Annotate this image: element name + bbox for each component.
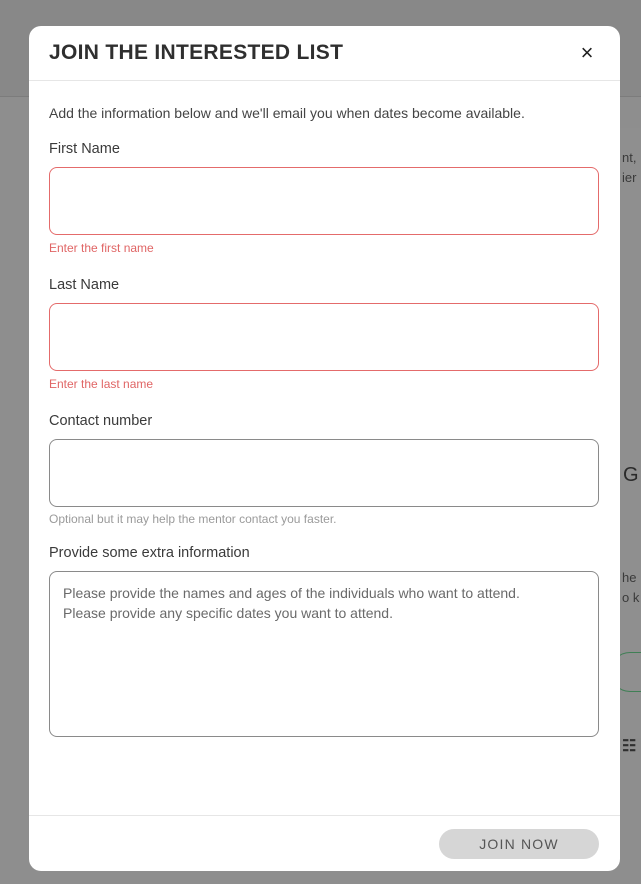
contact-number-input[interactable]	[49, 439, 599, 507]
join-interested-list-modal: JOIN THE INTERESTED LIST × Add the infor…	[29, 26, 620, 871]
last-name-group: Last Name Enter the last name	[49, 277, 599, 393]
modal-header: JOIN THE INTERESTED LIST ×	[29, 26, 620, 81]
first-name-group: First Name Enter the first name	[49, 141, 599, 257]
background-text: nt,	[622, 150, 637, 165]
first-name-error: Enter the first name	[49, 241, 154, 255]
qr-icon: ☷	[622, 738, 637, 755]
contact-number-label: Contact number	[49, 413, 153, 429]
intro-text: Add the information below and we'll emai…	[49, 105, 525, 121]
last-name-error: Enter the last name	[49, 377, 154, 391]
extra-info-textarea[interactable]	[49, 571, 599, 737]
background-text: o k	[622, 590, 640, 605]
first-name-label: First Name	[49, 141, 120, 157]
last-name-label: Last Name	[49, 277, 120, 293]
first-name-input[interactable]	[49, 167, 599, 235]
modal-body: Add the information below and we'll emai…	[29, 81, 620, 742]
modal-footer: JOIN NOW	[29, 815, 620, 871]
background-heading: G	[623, 464, 639, 486]
contact-number-group: Contact number Optional but it may help …	[49, 413, 599, 528]
background-text: he	[622, 570, 637, 585]
contact-number-hint: Optional but it may help the mentor cont…	[49, 512, 337, 526]
extra-info-label: Provide some extra information	[49, 545, 250, 561]
last-name-input[interactable]	[49, 303, 599, 371]
join-now-button[interactable]: JOIN NOW	[439, 828, 599, 859]
close-icon[interactable]: ×	[577, 42, 597, 64]
extra-info-group: Provide some extra information	[49, 545, 599, 742]
background-text: ier	[622, 170, 637, 185]
modal-title: JOIN THE INTERESTED LIST	[49, 41, 344, 64]
